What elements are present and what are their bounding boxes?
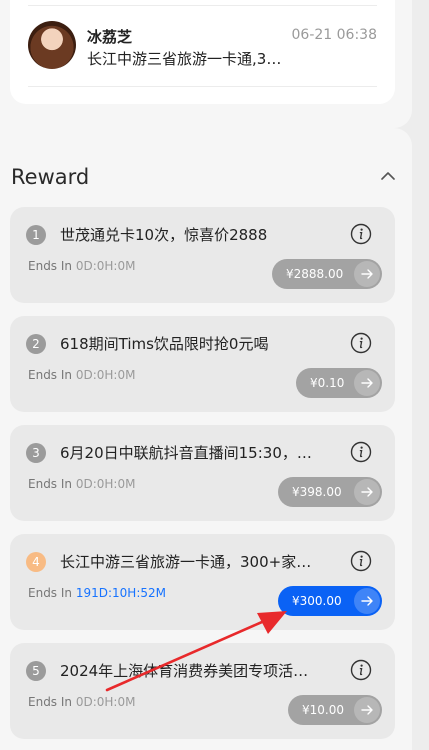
ends-in-label: Ends In 0D:0H:0M: [28, 259, 135, 273]
reward-section-title: Reward: [11, 165, 90, 189]
rank-badge: 1: [26, 225, 46, 245]
countdown-value: 191D:10H:52M: [75, 586, 166, 600]
price-button[interactable]: ¥398.00: [278, 477, 382, 507]
info-icon[interactable]: [350, 550, 372, 572]
rank-badge: 2: [26, 334, 46, 354]
countdown-value: 0D:0H:0M: [75, 259, 136, 273]
info-icon[interactable]: [350, 332, 372, 354]
reward-title: 2024年上海体育消费券美团专项活…: [60, 662, 309, 680]
info-icon[interactable]: [350, 441, 372, 463]
info-icon[interactable]: [350, 659, 372, 681]
reward-title: 长江中游三省旅游一卡通，300+家…: [60, 553, 312, 571]
avatar[interactable]: [28, 21, 76, 69]
arrow-right-icon: [354, 697, 380, 723]
ends-in-prefix: Ends In: [28, 259, 73, 273]
reward-title: 世茂通兑卡10次，惊喜价2888: [60, 226, 268, 244]
reward-card[interactable]: 3 6月20日中联航抖音直播间15:30，… Ends In 0D:0H:0M …: [10, 425, 395, 521]
ends-in-prefix: Ends In: [28, 477, 73, 491]
message-card[interactable]: 冰荔芝 06-21 06:38 长江中游三省旅游一卡通,3…: [10, 0, 395, 104]
price-label: ¥10.00: [302, 703, 344, 717]
info-icon[interactable]: [350, 223, 372, 245]
ends-in-prefix: Ends In: [28, 368, 73, 382]
arrow-right-icon: [354, 370, 380, 396]
arrow-right-icon: [354, 588, 380, 614]
countdown-value: 0D:0H:0M: [75, 477, 136, 491]
countdown-value: 0D:0H:0M: [75, 368, 136, 382]
message-time: 06-21 06:38: [291, 27, 377, 43]
arrow-right-icon: [354, 261, 380, 287]
reward-card[interactable]: 1 世茂通兑卡10次，惊喜价2888 Ends In 0D:0H:0M ¥288…: [10, 207, 395, 303]
reward-title: 6月20日中联航抖音直播间15:30，…: [60, 444, 312, 462]
divider: [28, 86, 377, 87]
rank-badge: 3: [26, 443, 46, 463]
ends-in-label: Ends In 0D:0H:0M: [28, 695, 135, 709]
price-label: ¥300.00: [292, 594, 342, 608]
ends-in-prefix: Ends In: [28, 695, 73, 709]
price-label: ¥398.00: [292, 485, 342, 499]
price-button[interactable]: ¥2888.00: [272, 259, 382, 289]
price-button[interactable]: ¥300.00: [278, 586, 382, 616]
ends-in-label: Ends In 191D:10H:52M: [28, 586, 166, 600]
ends-in-label: Ends In 0D:0H:0M: [28, 368, 135, 382]
reward-card[interactable]: 4 长江中游三省旅游一卡通，300+家… Ends In 191D:10H:52…: [10, 534, 395, 630]
countdown-value: 0D:0H:0M: [75, 695, 136, 709]
price-label: ¥2888.00: [286, 267, 344, 281]
price-label: ¥0.10: [310, 376, 345, 390]
ends-in-prefix: Ends In: [28, 586, 73, 600]
reward-card[interactable]: 5 2024年上海体育消费券美团专项活… Ends In 0D:0H:0M ¥1…: [10, 643, 395, 739]
arrow-right-icon: [354, 479, 380, 505]
reward-card[interactable]: 2 618期间Tims饮品限时抢0元喝 Ends In 0D:0H:0M ¥0.…: [10, 316, 395, 412]
message-sender-name: 冰荔芝: [87, 28, 133, 46]
chevron-up-icon[interactable]: [380, 170, 396, 182]
price-button[interactable]: ¥0.10: [296, 368, 382, 398]
ends-in-label: Ends In 0D:0H:0M: [28, 477, 135, 491]
reward-title: 618期间Tims饮品限时抢0元喝: [60, 335, 269, 353]
message-preview: 长江中游三省旅游一卡通,3…: [87, 50, 282, 68]
rank-badge: 4: [26, 552, 46, 572]
rank-badge: 5: [26, 661, 46, 681]
price-button[interactable]: ¥10.00: [288, 695, 382, 725]
divider: [28, 5, 377, 6]
